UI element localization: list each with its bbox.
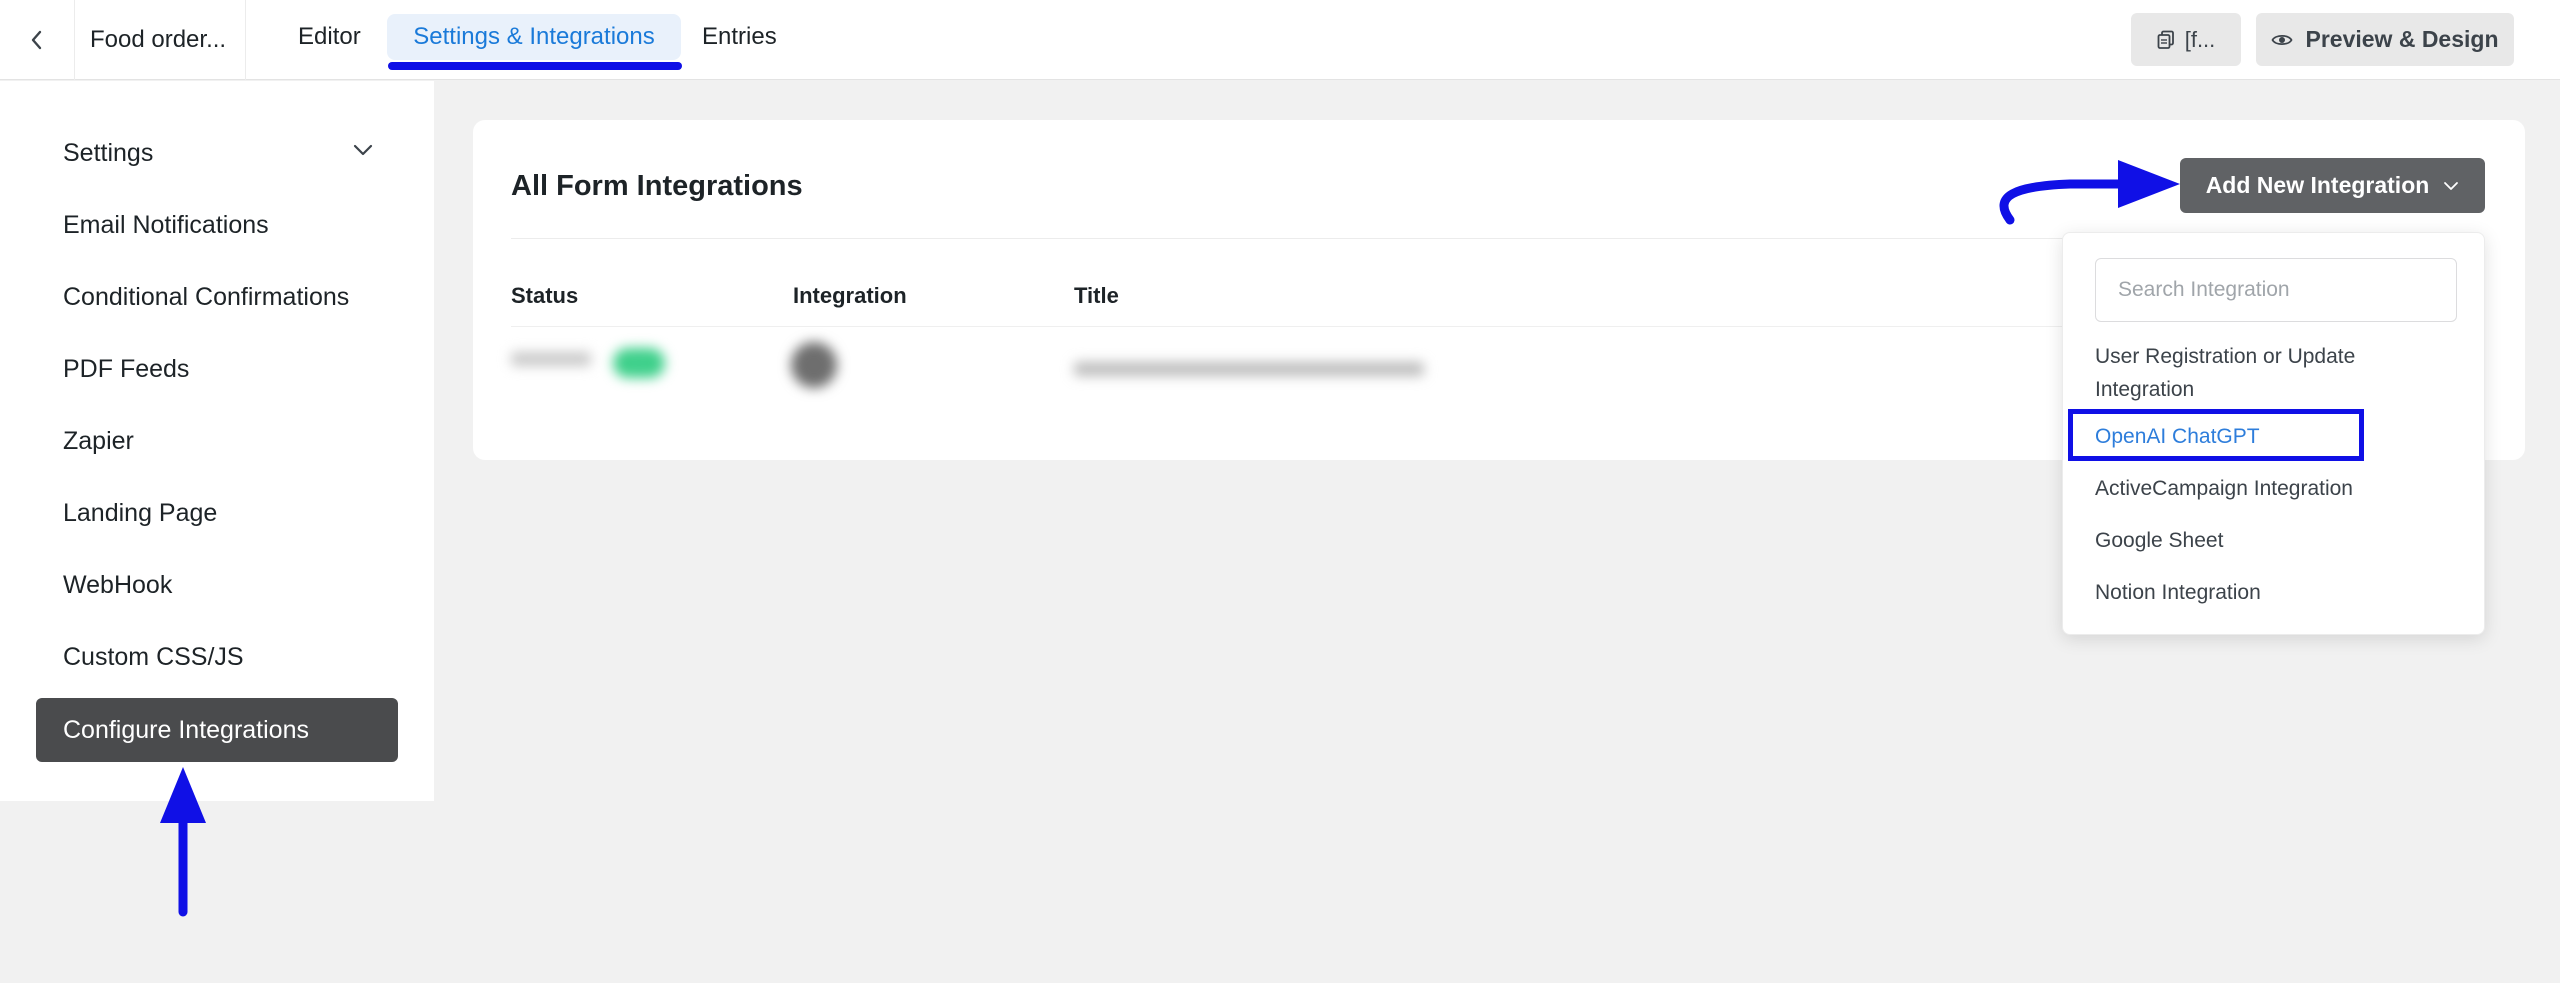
sidebar-item-settings[interactable]: Settings bbox=[36, 121, 398, 185]
sidebar-item-label: Settings bbox=[63, 138, 154, 167]
copy-icon bbox=[2157, 30, 2174, 49]
sidebar-item-configure-integrations[interactable]: Configure Integrations bbox=[36, 698, 398, 762]
search-integration-input[interactable] bbox=[2095, 258, 2457, 322]
sidebar-item-label: Conditional Confirmations bbox=[63, 282, 350, 311]
add-new-integration-button[interactable]: Add New Integration bbox=[2180, 158, 2485, 213]
sidebar-item-landing-page[interactable]: Landing Page bbox=[36, 481, 398, 545]
status-toggle[interactable] bbox=[613, 348, 665, 378]
integration-title-blurred bbox=[1074, 362, 1424, 376]
tab-editor[interactable]: Editor bbox=[298, 14, 361, 60]
eye-icon bbox=[2271, 34, 2294, 45]
tab-entries[interactable]: Entries bbox=[702, 14, 777, 60]
dropdown-item-activecampaign[interactable]: ActiveCampaign Integration bbox=[2095, 472, 2353, 505]
integration-logo-icon bbox=[791, 342, 837, 388]
preview-design-label: Preview & Design bbox=[2305, 26, 2499, 52]
chevron-left-icon bbox=[31, 30, 42, 50]
dropdown-item-notion[interactable]: Notion Integration bbox=[2095, 576, 2261, 609]
settings-sidebar: Settings Email Notifications Conditional… bbox=[0, 81, 434, 801]
chevron-down-icon bbox=[353, 144, 373, 156]
dropdown-item-openai-chatgpt[interactable]: OpenAI ChatGPT bbox=[2095, 420, 2260, 453]
sidebar-item-email-notifications[interactable]: Email Notifications bbox=[36, 193, 398, 257]
top-bar: Food order... Editor Settings & Integrat… bbox=[0, 0, 2560, 80]
divider bbox=[511, 326, 2201, 327]
dropdown-item-label: Integration bbox=[2095, 378, 2195, 401]
dropdown-item-google-sheet[interactable]: Google Sheet bbox=[2095, 524, 2223, 557]
divider bbox=[511, 238, 2201, 239]
tab-settings-integrations[interactable]: Settings & Integrations bbox=[387, 14, 681, 60]
sidebar-item-zapier[interactable]: Zapier bbox=[36, 409, 398, 473]
sidebar-item-label: Landing Page bbox=[63, 498, 218, 527]
copy-shortcode-button[interactable]: [f... bbox=[2131, 13, 2241, 66]
dropdown-item-label: User Registration or Update bbox=[2095, 345, 2356, 368]
copy-shortcode-label: [f... bbox=[2184, 26, 2216, 52]
chevron-down-icon bbox=[2444, 181, 2459, 190]
sidebar-item-label: Custom CSS/JS bbox=[63, 642, 244, 671]
sidebar-item-pdf-feeds[interactable]: PDF Feeds bbox=[36, 337, 398, 401]
sidebar-item-label: Email Notifications bbox=[63, 210, 269, 239]
sidebar-item-label: PDF Feeds bbox=[63, 354, 190, 383]
annotation-underline bbox=[388, 62, 682, 70]
sidebar-item-label: WebHook bbox=[63, 570, 173, 599]
sidebar-item-webhook[interactable]: WebHook bbox=[36, 553, 398, 617]
column-header-integration: Integration bbox=[793, 283, 907, 308]
preview-design-button[interactable]: Preview & Design bbox=[2256, 13, 2514, 66]
integration-dropdown: User Registration or Update Integration … bbox=[2062, 232, 2485, 635]
dropdown-item-user-registration[interactable]: User Registration or Update Integration bbox=[2095, 340, 2355, 406]
column-header-status: Status bbox=[511, 283, 579, 308]
sidebar-item-label: Zapier bbox=[63, 426, 134, 455]
add-new-integration-label: Add New Integration bbox=[2205, 172, 2430, 198]
page-title: All Form Integrations bbox=[511, 170, 803, 202]
sidebar-item-custom-css-js[interactable]: Custom CSS/JS bbox=[36, 625, 398, 689]
back-button[interactable] bbox=[0, 0, 75, 80]
form-name: Food order... bbox=[74, 0, 246, 80]
sidebar-item-label: Configure Integrations bbox=[63, 715, 309, 744]
column-header-title: Title bbox=[1074, 283, 1119, 308]
status-text-blurred bbox=[511, 352, 591, 366]
sidebar-item-conditional-confirmations[interactable]: Conditional Confirmations bbox=[36, 265, 398, 329]
